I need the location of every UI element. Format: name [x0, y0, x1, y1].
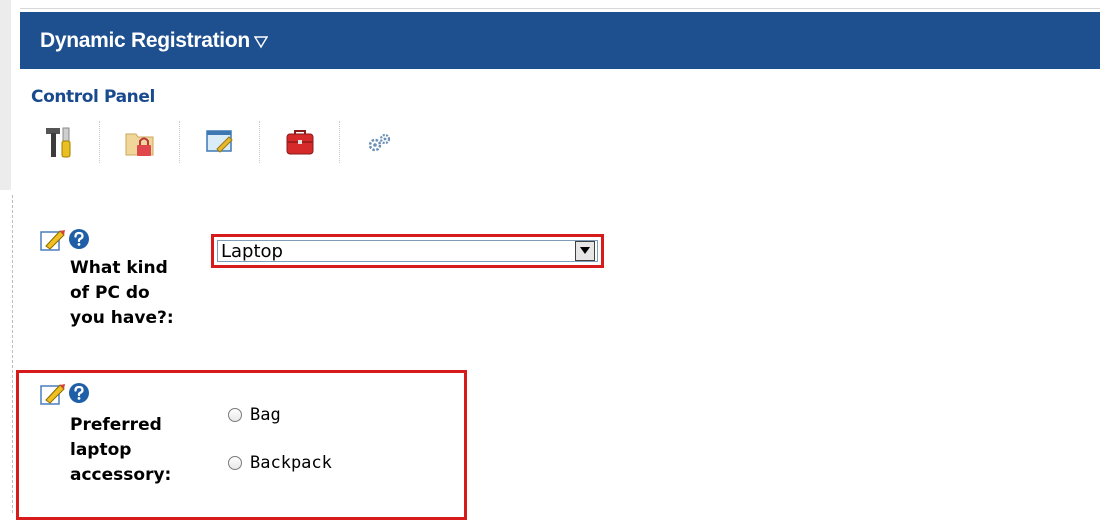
help-icon[interactable] [68, 228, 90, 254]
section-header: Dynamic Registration [20, 12, 1100, 69]
radio-option-backpack[interactable]: Backpack [228, 453, 332, 473]
folder-lock-icon[interactable] [120, 122, 160, 162]
dropdown-caret-icon[interactable] [253, 34, 269, 48]
question-label-line: Preferred [70, 415, 162, 435]
pc-type-select-highlight: Laptop [211, 234, 604, 268]
question-icons [40, 380, 171, 410]
tools-icon[interactable] [40, 122, 80, 162]
question-accessory: Preferred laptop accessory: [40, 380, 171, 488]
radio-label: Backpack [250, 453, 332, 473]
control-panel-toolbar [40, 118, 400, 166]
question-label-line: of PC do [70, 283, 150, 303]
question-icons [40, 226, 174, 256]
question-label: What kind of PC do you have?: [70, 256, 174, 331]
radio-button[interactable] [228, 408, 242, 422]
question-pc-type: What kind of PC do you have?: [40, 226, 174, 331]
toolbar-separator [339, 121, 341, 163]
toolbar-separator [259, 121, 261, 163]
toolbar-separator [99, 121, 101, 163]
page-left-guide [12, 195, 13, 513]
pc-type-select[interactable]: Laptop [217, 240, 598, 262]
help-icon[interactable] [68, 382, 90, 408]
edit-icon[interactable] [40, 380, 66, 410]
dropdown-arrow-icon[interactable] [575, 241, 595, 261]
control-panel-label: Control Panel [31, 87, 155, 107]
toolbar-separator [179, 121, 181, 163]
gears-icon[interactable] [360, 122, 400, 162]
question-label-line: accessory: [70, 465, 172, 485]
toolbox-icon[interactable] [280, 122, 320, 162]
radio-button[interactable] [228, 456, 242, 470]
question-label-line: What kind [70, 258, 168, 278]
question-label-line: you have?: [70, 308, 174, 328]
question-label: Preferred laptop accessory: [70, 413, 171, 488]
radio-label: Bag [250, 405, 281, 425]
question-label-line: laptop [70, 440, 132, 460]
edit-icon[interactable] [40, 226, 66, 256]
page-left-rail [0, 0, 11, 190]
top-divider [20, 8, 1100, 9]
pc-type-select-value: Laptop [221, 240, 283, 262]
window-edit-icon[interactable] [200, 122, 240, 162]
radio-option-bag[interactable]: Bag [228, 405, 281, 425]
section-title[interactable]: Dynamic Registration [40, 29, 250, 53]
